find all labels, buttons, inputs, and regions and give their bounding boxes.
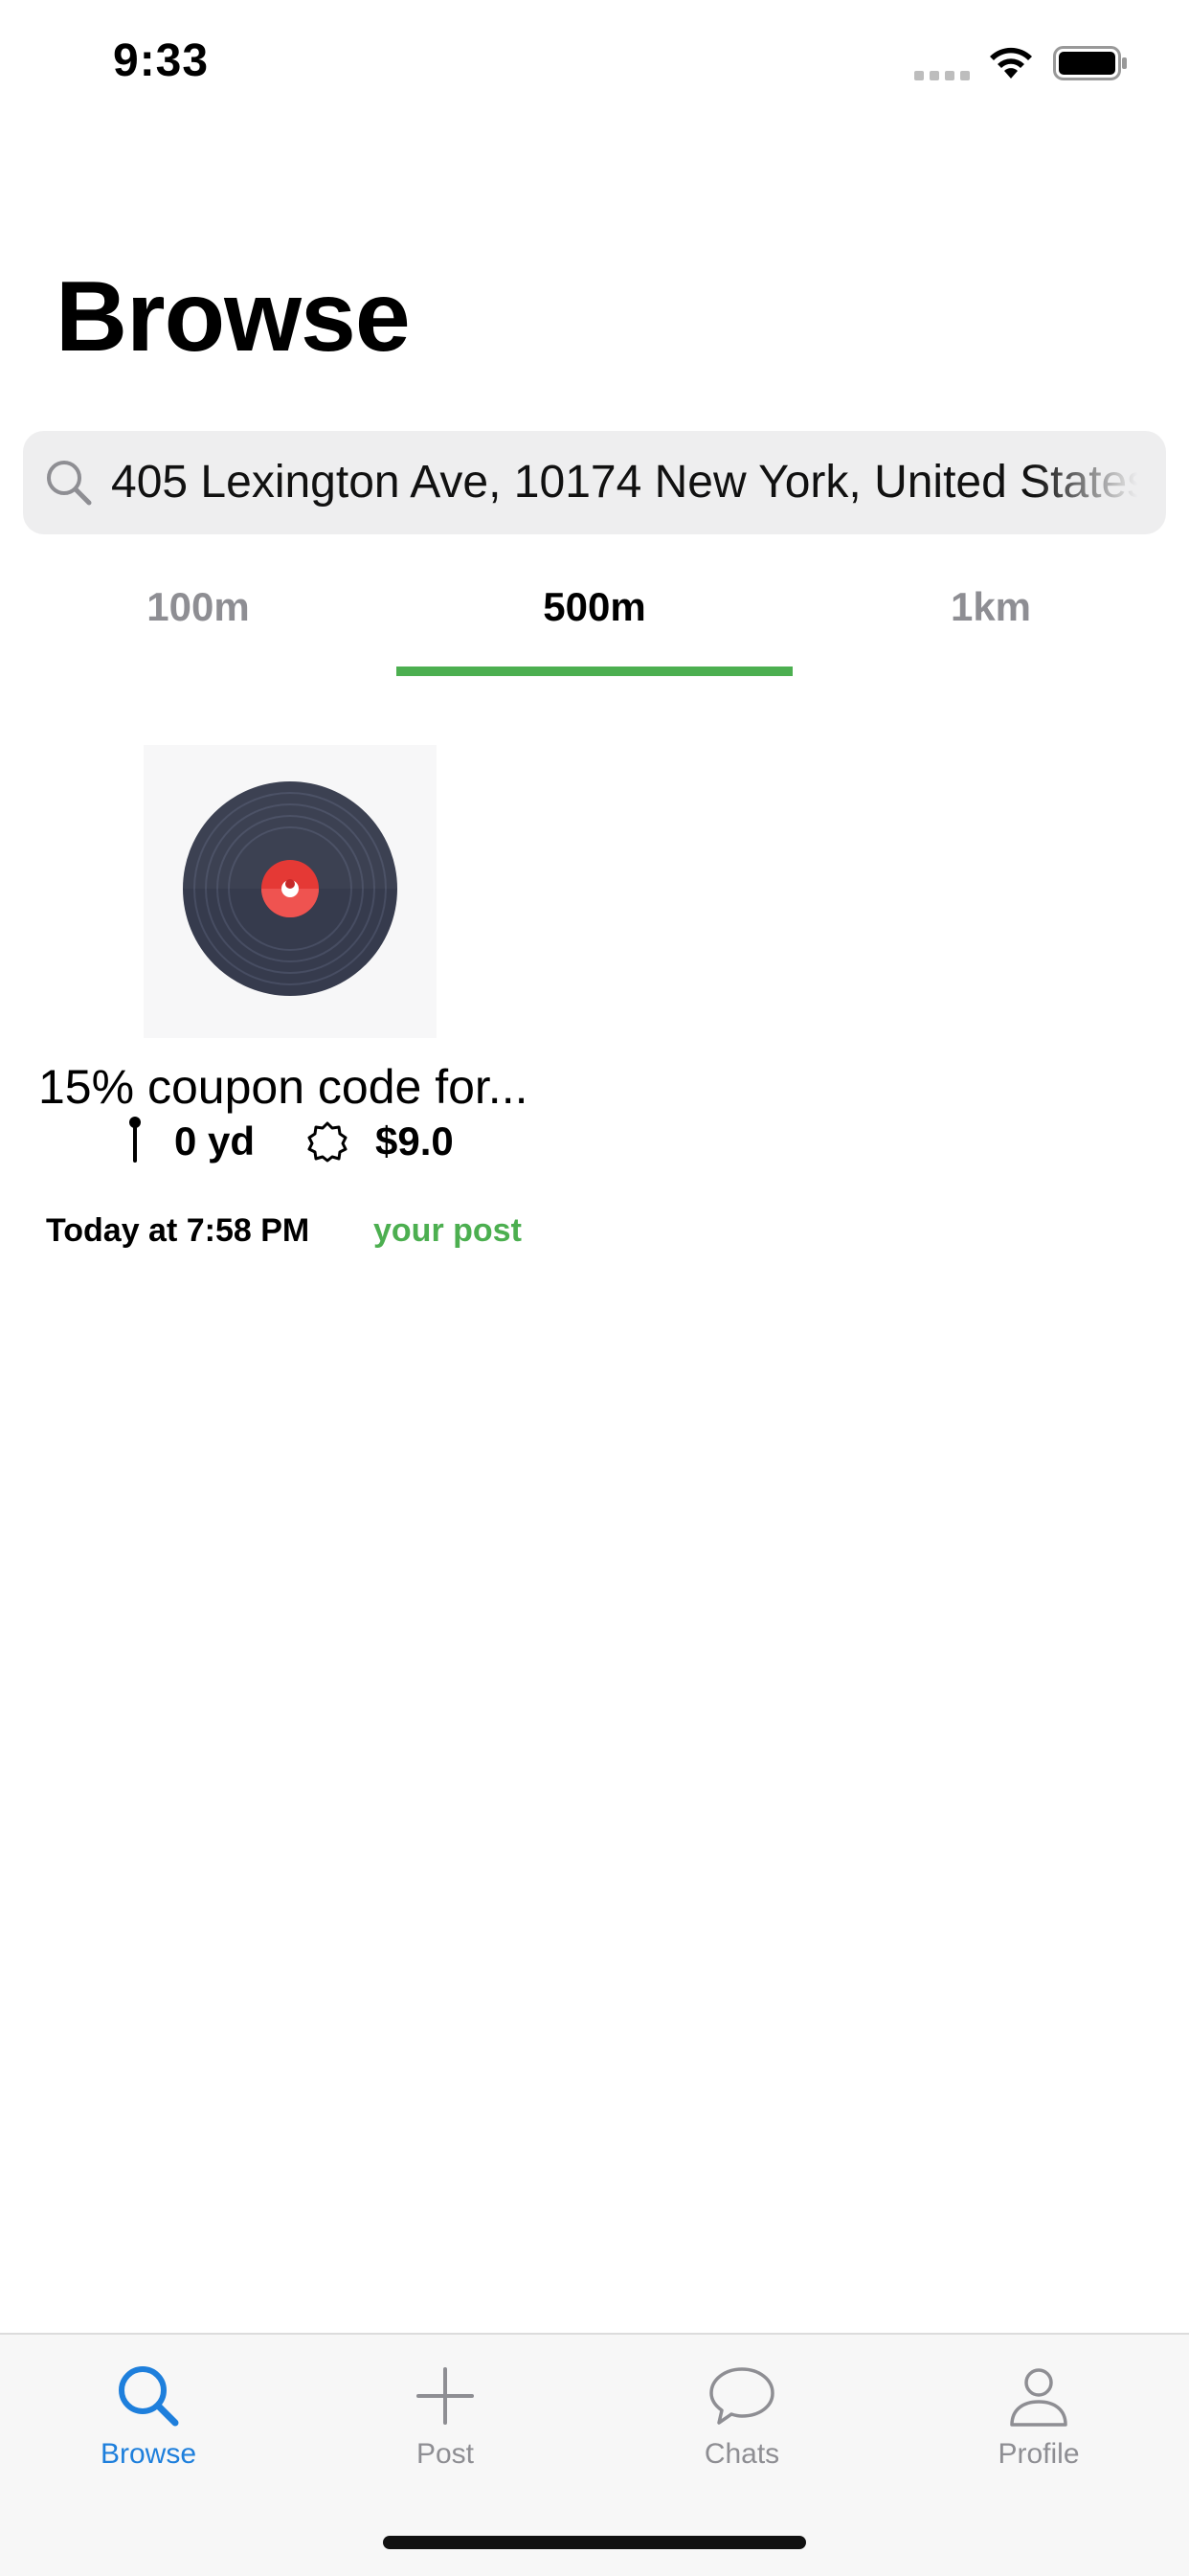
battery-icon <box>1053 46 1127 80</box>
tabbar-item-profile[interactable]: Profile <box>890 2342 1187 2476</box>
tabbar-label: Post <box>415 2438 475 2470</box>
plus-icon <box>416 2367 474 2425</box>
tab-1km[interactable]: 1km <box>793 584 1189 630</box>
price-badge-icon <box>307 1121 348 1163</box>
post-distance: 0 yd <box>174 1119 256 1164</box>
post-timestamp: Today at 7:58 PM <box>46 1212 310 1249</box>
wifi-icon <box>990 47 1032 79</box>
chat-bubble-icon <box>709 2367 774 2425</box>
search-icon <box>47 461 92 506</box>
your-post-badge: your post <box>373 1212 522 1249</box>
tabbar-label: Profile <box>998 2438 1080 2470</box>
page-title: Browse <box>56 261 411 373</box>
active-tab-indicator <box>396 667 793 676</box>
person-icon <box>1010 2368 1067 2427</box>
post-price: $9.0 <box>375 1119 454 1164</box>
cellular-signal-icon <box>914 67 970 80</box>
tab-100m[interactable]: 100m <box>0 584 396 630</box>
tabbar-item-post[interactable]: Post <box>297 2342 594 2476</box>
post-thumbnail[interactable] <box>144 745 437 1038</box>
tab-500m[interactable]: 500m <box>396 584 793 630</box>
tabbar-label: Browse <box>100 2438 197 2470</box>
vinyl-record-icon <box>183 781 397 996</box>
address-search-input[interactable]: 405 Lexington Ave, 10174 New York, Unite… <box>111 454 1137 511</box>
pin-icon <box>129 1117 141 1163</box>
tabbar-item-browse[interactable]: Browse <box>0 2342 297 2476</box>
tabbar-item-chats[interactable]: Chats <box>594 2342 890 2476</box>
status-time: 9:33 <box>113 35 210 86</box>
tabbar-label: Chats <box>704 2438 780 2470</box>
post-title[interactable]: 15% coupon code for... <box>38 1059 527 1115</box>
search-icon <box>119 2366 179 2427</box>
home-indicator[interactable] <box>383 2536 806 2549</box>
